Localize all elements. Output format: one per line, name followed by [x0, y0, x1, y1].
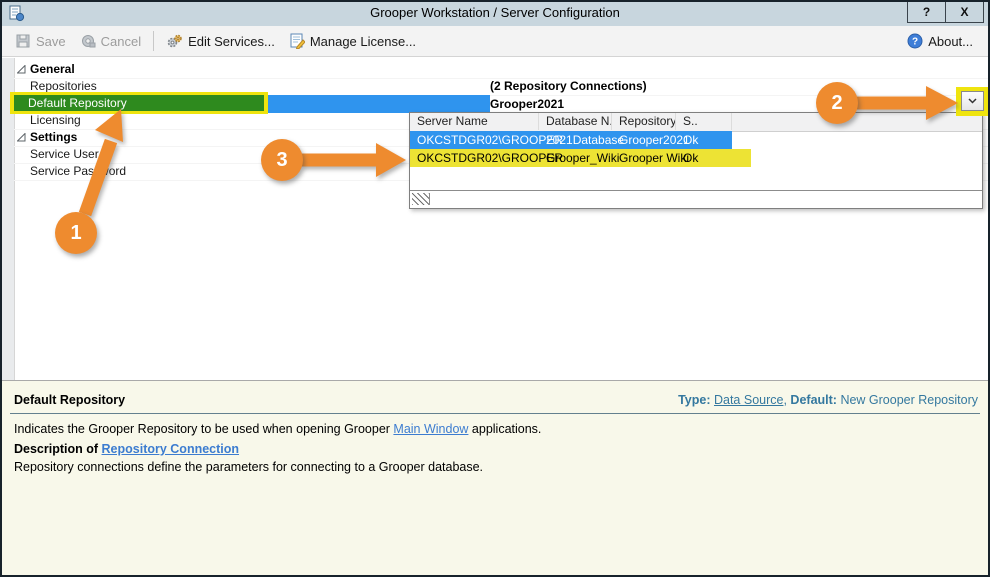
description-panel: Default Repository Type: Data Source, De…: [2, 380, 988, 575]
popup-header-row: Server Name Database N... Repository ...…: [410, 113, 982, 132]
line1-suffix: applications.: [468, 422, 542, 436]
repositories-value[interactable]: (2 Repository Connections): [490, 78, 647, 95]
about-button[interactable]: ? About...: [900, 30, 980, 52]
type-label: Type:: [678, 393, 711, 407]
cancel-button[interactable]: Cancel: [73, 30, 148, 52]
edit-services-button[interactable]: Edit Services...: [159, 30, 282, 52]
config-window: Grooper Workstation / Server Configurati…: [0, 0, 990, 577]
property-label: Service User: [30, 147, 99, 161]
manage-license-button[interactable]: Manage License...: [282, 30, 423, 52]
callout-2-badge: 2: [816, 82, 858, 124]
panel-description-line3: Repository connections define the parame…: [14, 460, 484, 474]
close-button[interactable]: X: [945, 2, 983, 22]
line1-prefix: Indicates the Grooper Repository to be u…: [14, 422, 394, 436]
toolbar-separator: [153, 31, 155, 51]
property-label: Repositories: [30, 79, 97, 93]
panel-divider: [10, 413, 980, 414]
category-label: General: [30, 62, 75, 76]
license-icon: [290, 33, 305, 49]
cancel-icon: [81, 35, 96, 48]
default-label: Default:: [790, 393, 837, 407]
repository-connections-popup: Server Name Database N... Repository ...…: [409, 112, 983, 209]
popup-footer-strip: [410, 190, 982, 208]
save-icon: [16, 34, 30, 48]
category-label: Settings: [30, 130, 78, 144]
default-repository-value[interactable]: Grooper2021: [490, 95, 564, 113]
default-value: New Grooper Repository: [840, 393, 978, 407]
help-button[interactable]: ?: [908, 2, 945, 22]
column-header-database-name[interactable]: Database N...: [539, 113, 612, 130]
chevron-down-icon: [968, 98, 977, 104]
line2-prefix: Description of: [14, 442, 102, 456]
gears-icon: [167, 34, 182, 48]
edit-services-label: Edit Services...: [188, 33, 275, 49]
panel-meta: Type: Data Source, Default: New Grooper …: [678, 393, 978, 407]
help-circle-icon: ?: [907, 33, 923, 49]
save-label: Save: [36, 33, 66, 49]
cell-status: Ok: [683, 133, 699, 147]
dropdown-button[interactable]: [961, 91, 984, 111]
property-label: Default Repository: [28, 96, 127, 110]
grid-corner-grip: [412, 193, 430, 205]
callout-3-badge: 3: [261, 139, 303, 181]
panel-title: Default Repository: [14, 393, 126, 407]
default-repository-label-cell[interactable]: Default Repository: [14, 95, 264, 111]
window-buttons: ? X: [907, 2, 984, 23]
titlebar[interactable]: Grooper Workstation / Server Configurati…: [2, 2, 988, 26]
main-window-link[interactable]: Main Window: [393, 422, 468, 436]
window-title: Grooper Workstation / Server Configurati…: [370, 5, 620, 20]
column-header-server-name[interactable]: Server Name: [410, 113, 539, 130]
column-header-repository[interactable]: Repository ...: [612, 113, 676, 130]
panel-description-line1: Indicates the Grooper Repository to be u…: [14, 422, 541, 436]
about-label: About...: [928, 33, 973, 49]
panel-description-line2: Description of Repository Connection: [14, 442, 239, 456]
manage-license-label: Manage License...: [309, 33, 417, 49]
svg-text:?: ?: [912, 37, 918, 48]
connection-row-selected[interactable]: OKCSTDGR02\GROOPER 2021Database Grooper2…: [410, 131, 732, 149]
expander-icon[interactable]: [17, 65, 26, 74]
expander-icon[interactable]: [17, 133, 26, 142]
cell-database-name: Grooper_Wiki: [546, 151, 620, 165]
repository-connection-link[interactable]: Repository Connection: [102, 442, 240, 456]
property-label: Service Password: [30, 164, 127, 178]
cell-status: Ok: [683, 151, 699, 165]
property-label: Licensing: [30, 113, 81, 127]
highlight-marker-default-repository: Default Repository: [10, 92, 268, 114]
connection-row-highlighted[interactable]: OKCSTDGR02\GROOPER Grooper_Wiki Grooper …: [410, 149, 751, 167]
column-header-status[interactable]: S..: [676, 113, 732, 130]
save-button[interactable]: Save: [8, 30, 73, 52]
callout-1-badge: 1: [55, 212, 97, 254]
toolbar: Save Cancel Edit Services... Manage Lice…: [2, 26, 988, 57]
selection-fill: [268, 95, 490, 113]
type-value-link[interactable]: Data Source: [714, 393, 783, 407]
category-row-general[interactable]: General: [14, 61, 988, 79]
cancel-label: Cancel: [100, 33, 142, 49]
highlight-marker-dropdown-button: [956, 87, 988, 116]
